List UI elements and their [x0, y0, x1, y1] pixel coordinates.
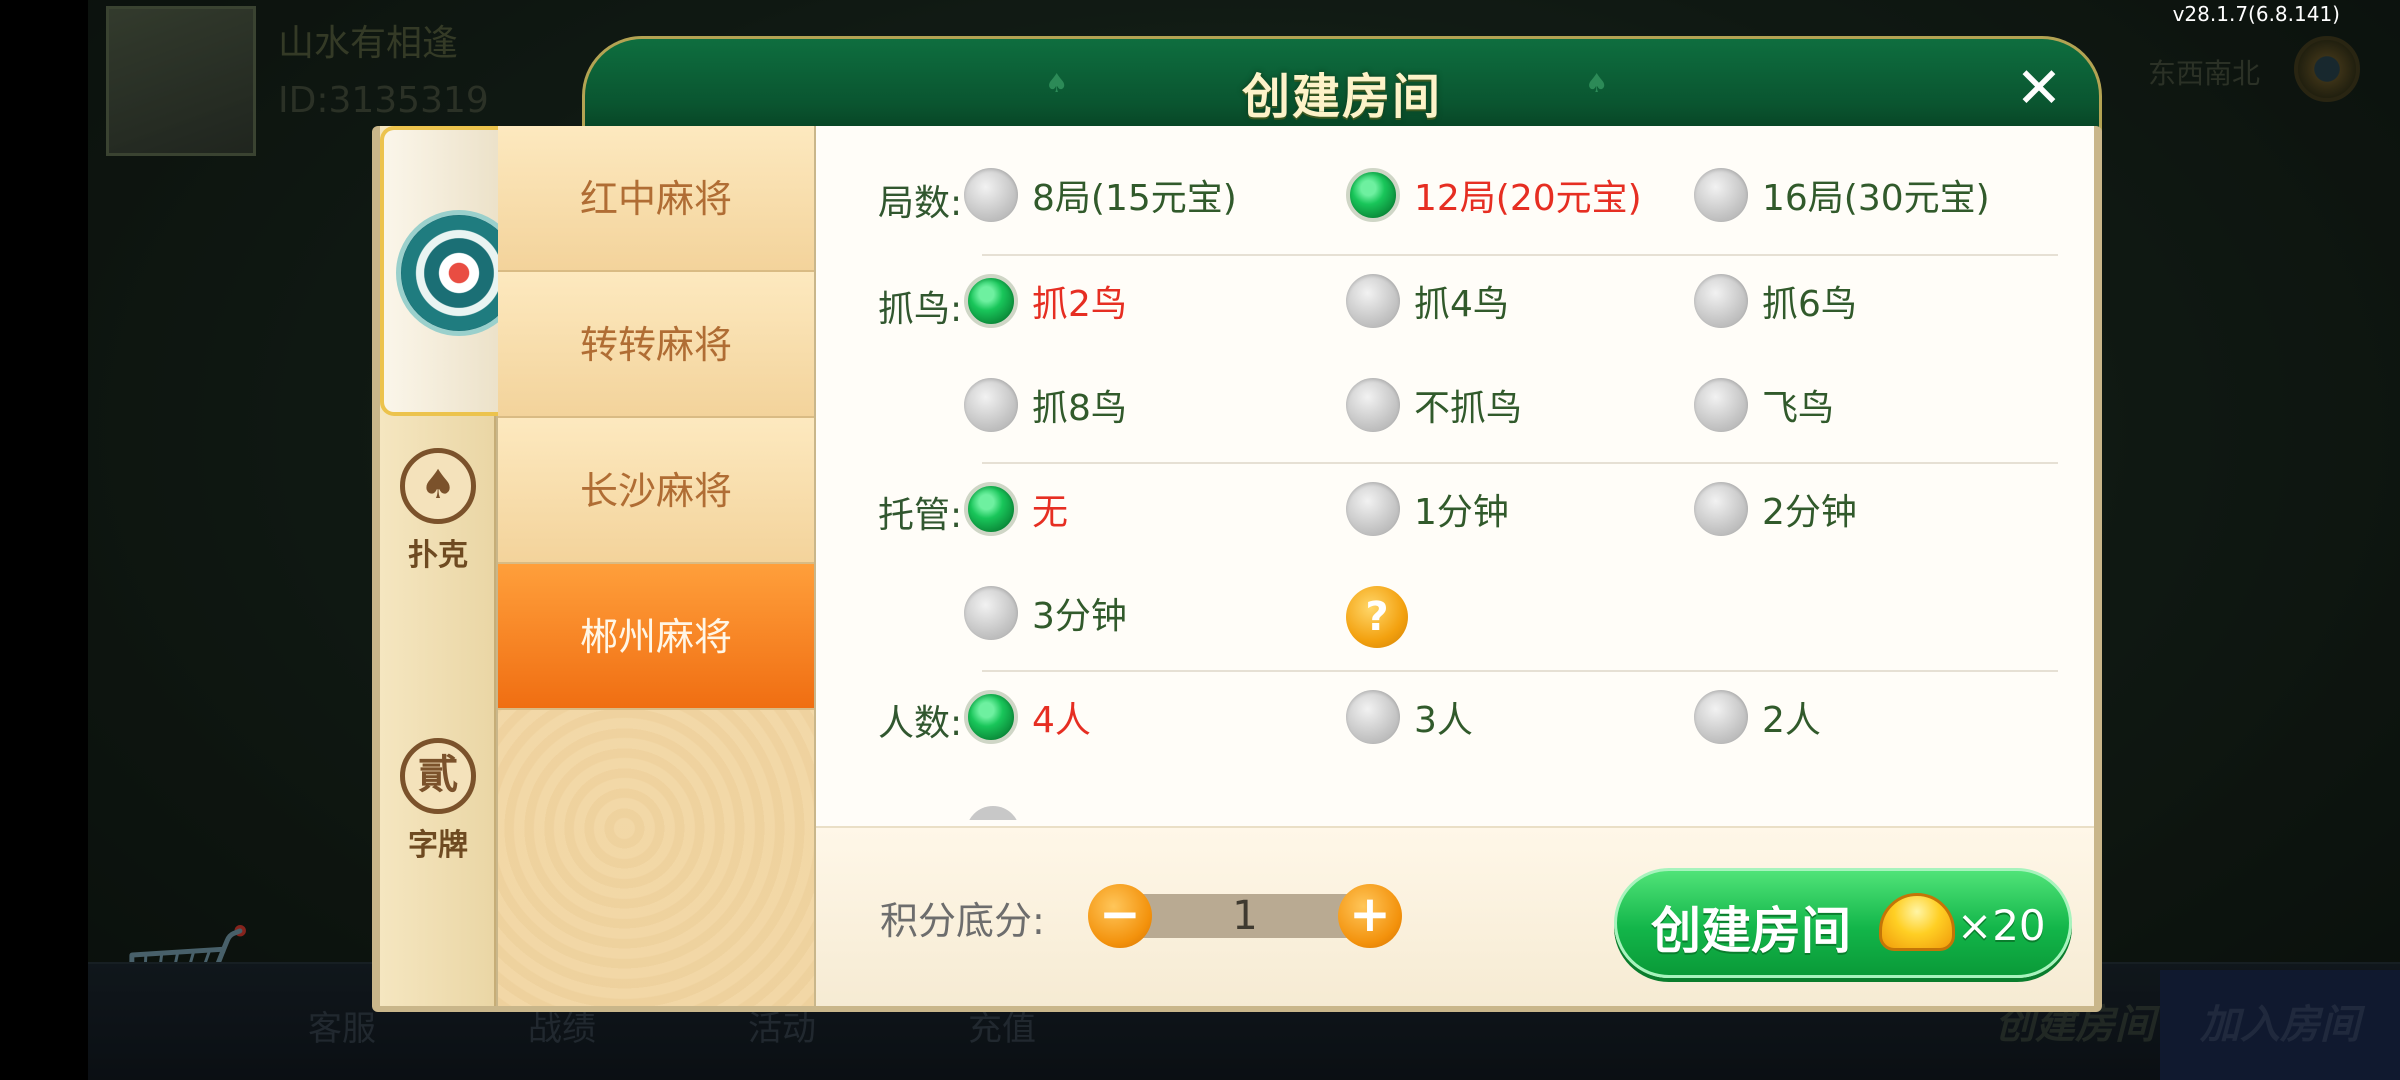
birds-option-2[interactable]: 抓2鸟: [964, 266, 1127, 336]
rounds-label: 局数:: [878, 183, 963, 224]
radio-icon: [1346, 690, 1400, 744]
version-label: v28.1.7(6.8.141): [2172, 2, 2340, 26]
base-score-stepper: 1 − +: [1088, 884, 1402, 948]
auto-play-option-1min-label: 1分钟: [1414, 492, 1509, 533]
auto-play-option-3min[interactable]: 3分钟: [964, 578, 1127, 648]
create-room-dialog: ♠ 创建房间 ♠ ✕ ♠ 扑克 貳 字牌 红中麻将 转转麻将 长沙麻将 郴州麻将: [372, 36, 2102, 1012]
rounds-option-16-label: 16局(30元宝): [1762, 178, 1990, 219]
radio-icon: [1694, 482, 1748, 536]
dialog-body: ♠ 扑克 貳 字牌 红中麻将 转转麻将 长沙麻将 郴州麻将 局数: 8局(15元…: [372, 126, 2102, 1012]
birds-option-4-label: 抓4鸟: [1414, 284, 1509, 325]
players-option-2-label: 2人: [1762, 700, 1821, 741]
zipai-icon: 貳: [400, 738, 476, 814]
decorative-pattern: [498, 710, 814, 1006]
radio-selected-icon: [964, 482, 1018, 536]
gold-ingot-icon: [1879, 893, 1955, 951]
radio-selected-icon: [964, 274, 1018, 328]
radio-icon: [1694, 690, 1748, 744]
birds-option-none[interactable]: 不抓鸟: [1346, 370, 1522, 440]
rounds-option-8-label: 8局(15元宝): [1032, 178, 1237, 219]
birds-option-none-label: 不抓鸟: [1414, 388, 1523, 429]
radio-icon: [964, 378, 1018, 432]
spade-icon: ♠: [400, 448, 476, 524]
create-room-cost: ×20: [1957, 901, 2046, 950]
game-list: 红中麻将 转转麻将 长沙麻将 郴州麻将: [498, 126, 814, 1006]
rounds-option-8[interactable]: 8局(15元宝): [964, 160, 1237, 230]
radio-icon: [1694, 378, 1748, 432]
auto-play-option-none-label: 无: [1032, 492, 1069, 533]
players-option-4[interactable]: 4人: [964, 682, 1091, 752]
rounds-option-12-label: 12局(20元宝): [1414, 178, 1642, 219]
auto-play-option-1min[interactable]: 1分钟: [1346, 474, 1509, 544]
radio-icon: [1694, 168, 1748, 222]
game-hongzhong[interactable]: 红中麻将: [498, 126, 814, 272]
minus-icon[interactable]: −: [1088, 884, 1152, 948]
plus-icon[interactable]: +: [1338, 884, 1402, 948]
auto-play-label: 托管:: [878, 495, 963, 536]
birds-option-4[interactable]: 抓4鸟: [1346, 266, 1509, 336]
divider: [982, 462, 2058, 464]
radio-selected-icon: [1346, 168, 1400, 222]
players-option-2[interactable]: 2人: [1694, 682, 1821, 752]
players-label: 人数:: [878, 703, 963, 744]
players-option-3[interactable]: 3人: [1346, 682, 1473, 752]
radio-icon: [1346, 274, 1400, 328]
auto-play-option-3min-label: 3分钟: [1032, 596, 1127, 637]
close-icon[interactable]: ✕: [2009, 61, 2069, 121]
options-panel: 局数: 8局(15元宝) 12局(20元宝) 16局(30元宝) 抓鸟: 抓2鸟…: [816, 126, 2094, 1006]
game-zhuanzhuan[interactable]: 转转麻将: [498, 272, 814, 418]
birds-label: 抓鸟:: [878, 289, 963, 330]
birds-option-8-label: 抓8鸟: [1032, 388, 1127, 429]
bottom-controls: 积分底分: 1 − + 创建房间 ×20: [816, 826, 2094, 1006]
create-room-button[interactable]: 创建房间 ×20: [1614, 868, 2072, 978]
game-changsha[interactable]: 长沙麻将: [498, 418, 814, 564]
radio-icon: [1346, 482, 1400, 536]
category-poker-label: 扑克: [408, 538, 468, 573]
auto-play-option-2min-label: 2分钟: [1762, 492, 1857, 533]
birds-option-6-label: 抓6鸟: [1762, 284, 1857, 325]
birds-option-fly[interactable]: 飞鸟: [1694, 370, 1834, 440]
game-chenzhou[interactable]: 郴州麻将: [498, 564, 814, 710]
spade-deco-icon: ♠: [1585, 69, 1609, 99]
base-score-value: 1: [1232, 893, 1258, 939]
auto-play-option-2min[interactable]: 2分钟: [1694, 474, 1857, 544]
auto-play-option-none[interactable]: 无: [964, 474, 1068, 544]
category-zipai-label: 字牌: [408, 828, 468, 863]
radio-icon: [964, 168, 1018, 222]
rounds-option-16[interactable]: 16局(30元宝): [1694, 160, 1990, 230]
radio-selected-icon: [964, 690, 1018, 744]
options-scroll-area[interactable]: 局数: 8局(15元宝) 12局(20元宝) 16局(30元宝) 抓鸟: 抓2鸟…: [816, 126, 2094, 820]
players-option-3-label: 3人: [1414, 700, 1473, 741]
birds-option-2-label: 抓2鸟: [1032, 284, 1127, 325]
birds-option-fly-label: 飞鸟: [1762, 388, 1835, 429]
category-zipai[interactable]: 貳 字牌: [380, 738, 496, 864]
radio-icon: [1346, 378, 1400, 432]
radio-icon: [966, 806, 1020, 820]
birds-option-6[interactable]: 抓6鸟: [1694, 266, 1857, 336]
radio-icon: [1694, 274, 1748, 328]
base-score-label: 积分底分:: [880, 899, 1045, 943]
help-icon[interactable]: ?: [1346, 586, 1408, 648]
divider: [982, 670, 2058, 672]
dialog-title: 创建房间: [1241, 69, 1442, 125]
rounds-option-12[interactable]: 12局(20元宝): [1346, 160, 1642, 230]
radio-icon: [964, 586, 1018, 640]
category-poker[interactable]: ♠ 扑克: [380, 448, 496, 574]
birds-option-8[interactable]: 抓8鸟: [964, 370, 1127, 440]
create-room-button-label: 创建房间: [1651, 902, 1851, 960]
players-option-4-label: 4人: [1032, 700, 1091, 741]
divider: [982, 254, 2058, 256]
dialog-header: ♠ 创建房间 ♠ ✕: [582, 36, 2102, 132]
